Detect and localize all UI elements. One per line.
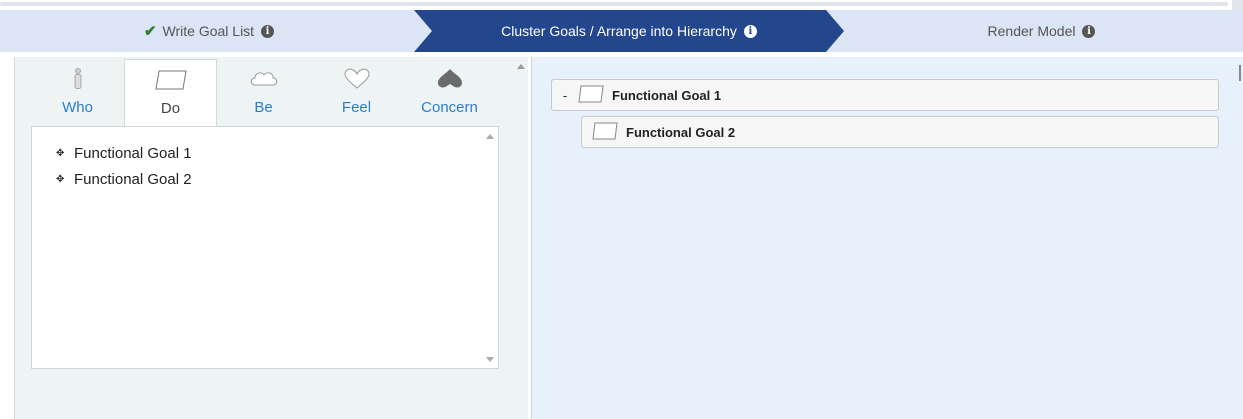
drag-handle-icon[interactable]: ✥ [56, 148, 74, 159]
goal-type-panel: Who Do Be Feel Concern ✥ Functional Goal… [14, 57, 528, 419]
hierarchy-canvas[interactable]: - Functional Goal 1 Functional Goal 2 [531, 57, 1243, 419]
cloud-icon [217, 67, 310, 91]
goal-label: Functional Goal 1 [74, 144, 192, 162]
tab-label: Who [62, 99, 93, 116]
wizard-steps: ✔ Write Goal List i Cluster Goals / Arra… [0, 10, 1243, 52]
scroll-up-arrow-icon[interactable] [486, 134, 494, 139]
spade-icon [403, 67, 496, 91]
tab-label: Do [160, 100, 181, 117]
canvas-scrollbar[interactable] [1233, 57, 1243, 419]
scroll-down-arrow-icon[interactable] [486, 357, 494, 362]
checkmark-icon: ✔ [143, 23, 157, 40]
goal-label: Functional Goal 2 [74, 170, 192, 188]
goal-list[interactable]: ✥ Functional Goal 1 ✥ Functional Goal 2 [31, 126, 499, 369]
tab-do[interactable]: Do [124, 59, 217, 128]
info-icon[interactable]: i [261, 24, 275, 38]
tab-feel[interactable]: Feel [310, 59, 403, 127]
tab-label: Be [254, 99, 273, 116]
panel-scrollbar[interactable] [513, 57, 529, 419]
info-icon[interactable]: i [743, 24, 757, 38]
list-scrollbar[interactable] [482, 127, 498, 368]
wizard-step-label: Cluster Goals / Arrange into Hierarchy [501, 23, 737, 39]
person-icon [31, 67, 124, 91]
collapse-toggle[interactable]: - [552, 88, 578, 103]
parallelogram-icon [125, 68, 216, 92]
top-edge-shadow [0, 2, 1228, 6]
scroll-up-arrow-icon[interactable] [517, 64, 525, 69]
hierarchy-node[interactable]: Functional Goal 2 [581, 116, 1219, 148]
wizard-step-cluster-goals[interactable]: Cluster Goals / Arrange into Hierarchy i [414, 10, 844, 52]
tab-who[interactable]: Who [31, 59, 124, 127]
wizard-step-label: Write Goal List [162, 23, 255, 39]
hierarchy-node[interactable]: - Functional Goal 1 [551, 79, 1219, 111]
wizard-step-label: Render Model [987, 23, 1076, 39]
tab-label: Feel [341, 99, 372, 116]
node-label: Functional Goal 2 [626, 124, 736, 140]
list-item[interactable]: ✥ Functional Goal 1 [56, 140, 192, 166]
list-item[interactable]: ✥ Functional Goal 2 [56, 166, 192, 192]
wizard-step-render-model[interactable]: Render Model i [840, 10, 1243, 52]
tab-label: Concern [421, 99, 478, 116]
top-edge-corner [1232, 0, 1243, 10]
drag-handle-icon[interactable]: ✥ [56, 174, 74, 185]
info-icon[interactable]: i [1082, 24, 1096, 38]
node-label: Functional Goal 1 [612, 87, 722, 103]
top-edge [0, 0, 1243, 10]
tab-concern[interactable]: Concern [403, 59, 496, 127]
parallelogram-icon [592, 122, 618, 143]
tab-be[interactable]: Be [217, 59, 310, 127]
heart-icon [310, 67, 403, 91]
parallelogram-icon [578, 85, 604, 106]
wizard-step-write-goal-list[interactable]: ✔ Write Goal List i [0, 10, 418, 52]
goal-type-tabs: Who Do Be Feel Concern [15, 57, 515, 128]
scrollbar-thumb[interactable] [1239, 65, 1241, 81]
